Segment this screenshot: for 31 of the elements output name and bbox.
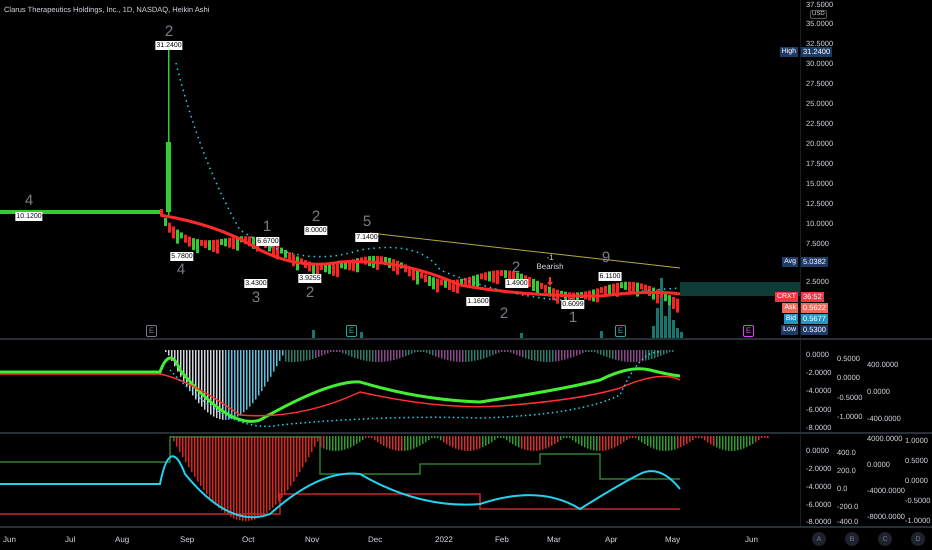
time-axis-label: Feb: [495, 535, 509, 544]
time-axis-label: Oct: [242, 535, 254, 544]
signal-value: -1: [546, 253, 554, 262]
earnings-marker[interactable]: E: [615, 325, 626, 337]
time-axis-label: Jun: [745, 535, 758, 544]
wave-count-label: 2: [500, 306, 508, 321]
time-axis-label: Jul: [65, 535, 76, 544]
wave-count-label: 1: [568, 310, 578, 325]
wave-count-label: 2: [164, 24, 174, 39]
wave-count-label: 1: [262, 219, 272, 234]
down-arrow-icon: [547, 277, 553, 286]
earnings-marker[interactable]: E: [743, 325, 754, 337]
wave-count-label: 4: [176, 262, 186, 277]
time-axis-label: Dec: [368, 535, 382, 544]
wave-count-label: 5: [362, 214, 372, 229]
earnings-marker[interactable]: E: [146, 325, 157, 337]
time-axis-label: Mar: [547, 535, 561, 544]
time-axis-label: Nov: [305, 535, 320, 544]
wave-count-label: 2: [312, 209, 320, 224]
time-axis-label: May: [665, 535, 680, 544]
wave-count-label: 2: [512, 260, 520, 275]
time-axis-label: Sep: [180, 535, 194, 544]
time-axis-label: Apr: [605, 535, 618, 544]
time-axis-label: Aug: [115, 535, 130, 544]
time-axis-label: Jun: [3, 535, 16, 544]
wave-count-label: 2: [306, 285, 314, 300]
time-axis-label: 2022: [435, 535, 453, 544]
signal-label: Bearish: [536, 262, 564, 271]
wave-count-label: 4: [24, 193, 34, 208]
earnings-marker[interactable]: E: [346, 325, 357, 337]
wave-count-label: 3: [252, 290, 260, 305]
